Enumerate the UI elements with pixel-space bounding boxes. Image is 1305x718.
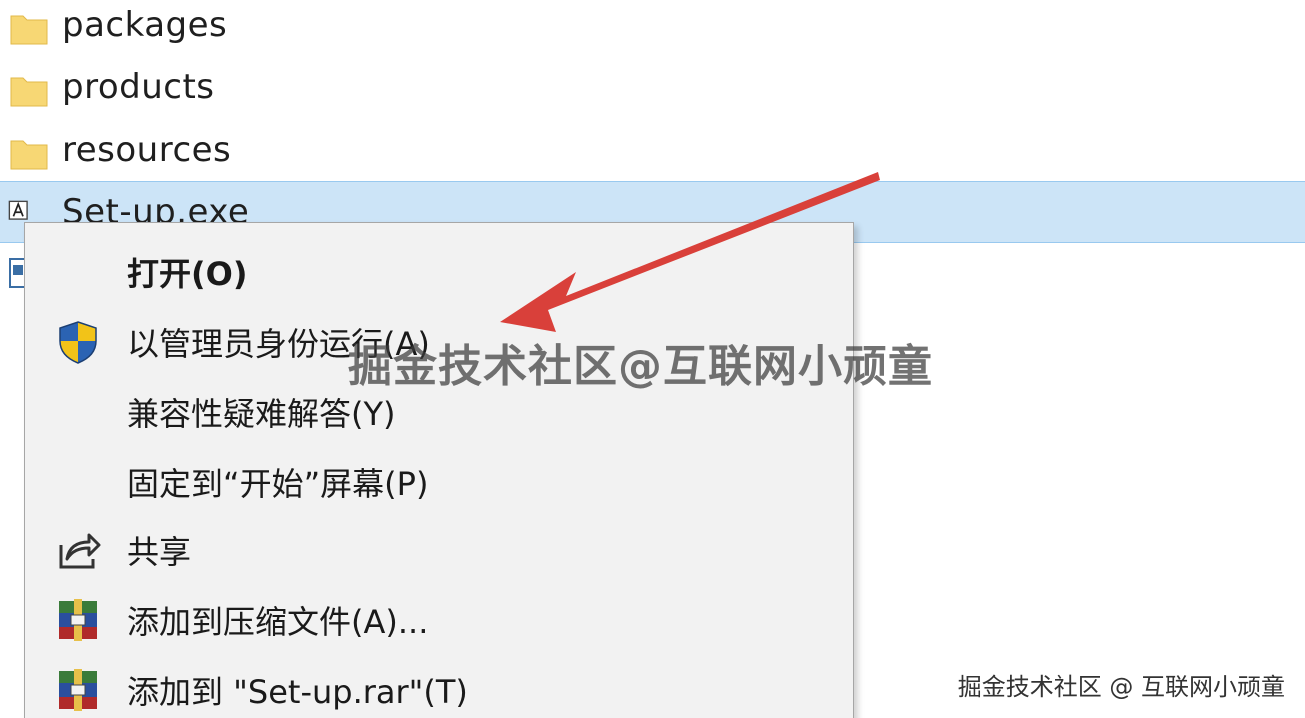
menu-item-label: 添加到压缩文件(A)... xyxy=(127,603,429,641)
watermark-text: 掘金技术社区@互联网小顽童 xyxy=(348,341,933,392)
menu-item-label: 固定到“开始”屏幕(P) xyxy=(127,465,429,503)
folder-icon xyxy=(4,128,48,172)
menu-item-add-to-archive[interactable]: 添加到压缩文件(A)... xyxy=(25,585,853,655)
file-name: products xyxy=(62,67,215,107)
menu-item-label: 共享 xyxy=(127,533,192,571)
winrar-icon xyxy=(55,597,101,643)
share-icon xyxy=(55,527,101,573)
file-row-packages[interactable]: packages xyxy=(0,0,1305,56)
folder-icon xyxy=(4,65,48,109)
winrar-icon xyxy=(55,667,101,713)
folder-icon xyxy=(4,3,48,47)
menu-item-label: 打开(O) xyxy=(127,255,248,293)
menu-item-pin-to-start[interactable]: 固定到“开始”屏幕(P) xyxy=(25,447,853,517)
menu-item-label: 兼容性疑难解答(Y) xyxy=(127,395,396,433)
file-row-products[interactable]: products xyxy=(0,56,1305,118)
file-name: resources xyxy=(62,130,232,170)
menu-item-open[interactable]: 打开(O) xyxy=(25,237,853,307)
file-name: packages xyxy=(62,5,228,45)
context-menu: 打开(O) 以管理员身份运行(A) 兼容性疑难解答(Y) 固定到“开始”屏幕(P… xyxy=(24,222,854,718)
menu-item-add-to-setup-rar[interactable]: 添加到 "Set-up.rar"(T) xyxy=(25,655,853,718)
watermark-corner-text: 掘金技术社区 @ 互联网小顽童 xyxy=(957,673,1285,701)
file-row-resources[interactable]: resources xyxy=(0,119,1305,181)
uac-shield-icon xyxy=(55,319,101,365)
screenshot-stage: packages products resources Set-up.exe 打… xyxy=(0,0,1305,718)
menu-item-share[interactable]: 共享 xyxy=(25,515,853,585)
menu-item-label: 添加到 "Set-up.rar"(T) xyxy=(127,673,468,711)
